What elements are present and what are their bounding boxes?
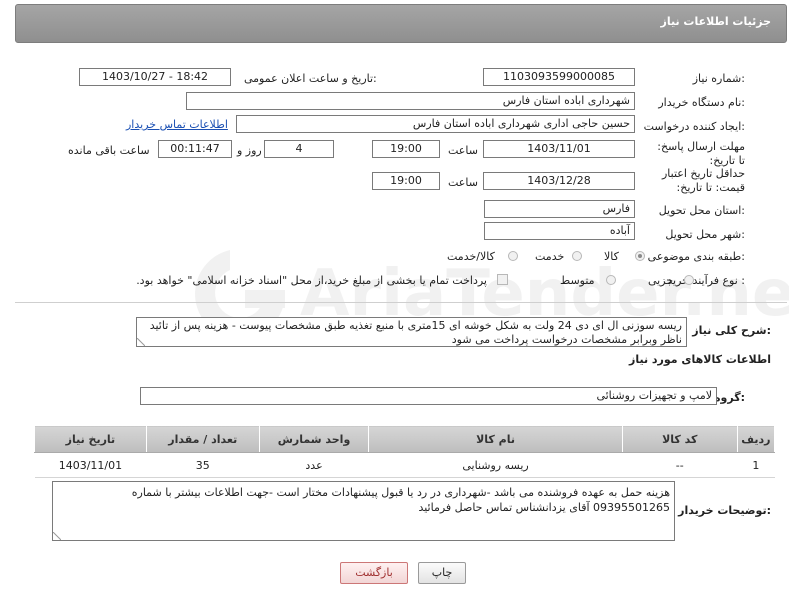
col-header-unit: واحد شمارش <box>258 425 370 453</box>
category-label: طبقه بندی موضوعی: <box>647 250 745 263</box>
treasury-payment-note: پرداخت تمام یا بخشی از مبلغ خرید،از محل … <box>136 274 487 287</box>
announce-date-label: تاریخ و ساعت اعلان عمومی: <box>244 72 377 85</box>
category-goods-radio[interactable] <box>635 251 645 261</box>
cell-item-name: ریسه روشنایی <box>368 452 623 478</box>
requester-field[interactable]: حسین حاجی اداری شهرداری اباده استان فارس <box>236 115 635 133</box>
category-goods-label: کالا <box>604 250 619 263</box>
description-label: شرح کلی نیاز: <box>692 324 771 337</box>
cell-unit: عدد <box>259 452 369 478</box>
category-goods-service-radio[interactable] <box>508 251 518 261</box>
validity-time-field[interactable]: 19:00 <box>372 172 440 190</box>
table-header-row: ردیف کد کالا نام کالا واحد شمارش تعداد /… <box>34 425 776 453</box>
need-number-field[interactable]: 1103093599000085 <box>483 68 635 86</box>
city-field[interactable]: آباده <box>484 222 635 240</box>
buyer-notes-textarea[interactable]: هزینه حمل به عهده فروشنده می باشد -شهردا… <box>52 481 675 541</box>
goods-group-field[interactable]: لامپ و تجهیزات روشنائی <box>140 387 717 405</box>
deadline-time-field[interactable]: 19:00 <box>372 140 440 158</box>
col-header-row-number: ردیف <box>736 425 776 453</box>
items-table: ردیف کد کالا نام کالا واحد شمارش تعداد /… <box>34 425 776 478</box>
col-header-quantity: تعداد / مقدار <box>145 425 260 453</box>
goods-info-heading: اطلاعات کالاهای مورد نیاز <box>629 353 771 366</box>
cell-row-number: 1 <box>737 452 775 478</box>
days-remaining-field[interactable]: 4 <box>264 140 334 158</box>
cell-quantity: 35 <box>146 452 260 478</box>
province-label: استان محل تحویل: <box>658 204 745 217</box>
purchase-type-label: نوع فرآیند خرید : <box>667 274 745 287</box>
purchase-medium-label: متوسط <box>560 274 595 287</box>
cell-need-date: 1403/11/01 <box>34 452 147 478</box>
validity-time-label: ساعت <box>448 176 478 189</box>
resize-grip-icon[interactable] <box>137 338 145 346</box>
col-header-item-name: نام کالا <box>368 425 623 453</box>
resize-grip-icon[interactable] <box>53 532 61 540</box>
buyer-org-field[interactable]: شهرداری اباده استان فارس <box>186 92 635 110</box>
remaining-time-field[interactable]: 00:11:47 <box>158 140 232 158</box>
table-row[interactable]: 1 -- ریسه روشنایی عدد 35 1403/11/01 <box>34 452 775 478</box>
validity-date-field[interactable]: 1403/12/28 <box>483 172 635 190</box>
buyer-contact-link[interactable]: اطلاعات تماس خریدار <box>126 118 228 131</box>
buyer-org-label: نام دستگاه خریدار: <box>658 96 745 109</box>
city-label: شهر محل تحویل: <box>665 228 745 241</box>
requester-label: ایجاد کننده درخواست: <box>643 120 745 133</box>
purchase-medium-radio[interactable] <box>606 275 616 285</box>
validity-label: حداقل تاریخ اعتبار قیمت: تا تاریخ: <box>661 167 745 194</box>
category-service-label: خدمت <box>535 250 565 263</box>
announce-date-field[interactable]: 1403/10/27 - 18:42 <box>79 68 231 86</box>
province-field[interactable]: فارس <box>484 200 635 218</box>
description-textarea[interactable]: ریسه سوزنی ال ای دی 24 ولت به شکل خوشه ا… <box>136 317 687 347</box>
treasury-payment-checkbox[interactable] <box>497 274 508 285</box>
cell-item-code: -- <box>622 452 738 478</box>
col-header-need-date: تاریخ نیاز <box>34 425 147 453</box>
category-goods-service-label: کالا/خدمت <box>447 250 495 263</box>
category-service-radio[interactable] <box>572 251 582 261</box>
separator <box>15 302 787 303</box>
panel-title: جزئیات اطلاعات نیاز <box>660 15 772 28</box>
print-button[interactable]: چاپ <box>418 562 466 584</box>
purchase-partial-radio[interactable] <box>684 275 694 285</box>
remaining-time-label: ساعت باقی مانده <box>68 144 150 157</box>
need-number-label: شماره نیاز: <box>692 72 745 85</box>
back-button[interactable]: بازگشت <box>340 562 408 584</box>
days-label: روز و <box>237 144 262 157</box>
deadline-time-label: ساعت <box>448 144 478 157</box>
buyer-notes-label: توضیحات خریدار: <box>678 504 771 517</box>
deadline-date-field[interactable]: 1403/11/01 <box>483 140 635 158</box>
purchase-partial-label: جزیی <box>648 274 674 287</box>
deadline-label: مهلت ارسال پاسخ: تا تاریخ: <box>657 140 745 167</box>
col-header-item-code: کد کالا <box>621 425 738 453</box>
